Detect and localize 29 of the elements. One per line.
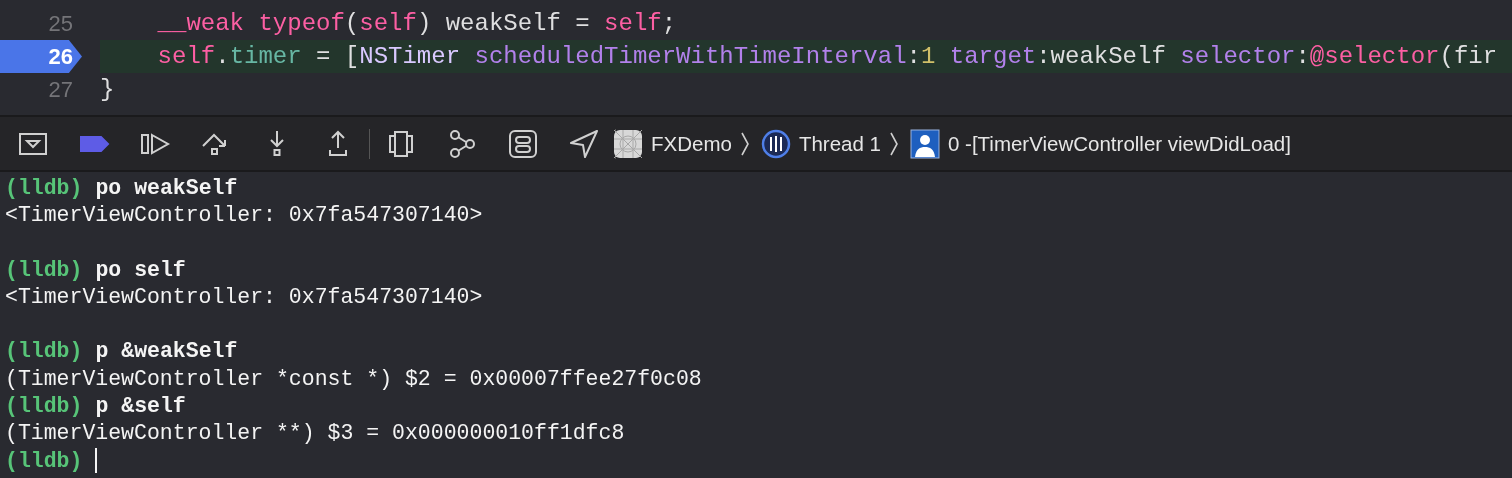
code-line: __weak typeof(self) weakSelf = self; [156, 10, 677, 37]
console-prompt: (lldb) [5, 257, 83, 282]
app-icon [613, 128, 643, 159]
code-line: self.timer = [NSTimer scheduledTimerWithTimeInterval:1 target:weakSelf selector:@selector(fir [156, 43, 1498, 70]
console-command: p &weakSelf [95, 339, 238, 364]
line-number: 27 [47, 76, 73, 103]
console-prompt: (lldb) [5, 394, 83, 418]
console-output: <TimerViewController: 0x7fa547307140> [5, 284, 483, 309]
line-number: 25 [47, 10, 73, 37]
toggles-icon[interactable] [507, 127, 539, 160]
console-command: po weakSelf [95, 175, 238, 200]
thread-icon [760, 128, 791, 159]
breadcrumb-item[interactable]: 0 -[TimerViewController viewDidLoad] [909, 128, 1291, 159]
console-output: (TimerViewController **) $3 = 0x000000010ff1dfc8 [5, 421, 625, 446]
breadcrumb-item[interactable]: Thread 1 [760, 128, 881, 159]
code-line: } [100, 76, 115, 103]
console-prompt: (lldb) [5, 339, 83, 364]
console-prompt: (lldb) [5, 448, 83, 473]
console-command: po self [95, 257, 186, 282]
location-arrow-icon[interactable] [568, 127, 600, 160]
console-command: p &self [95, 394, 186, 418]
console-output: <TimerViewController: 0x7fa547307140> [5, 202, 483, 227]
line-number-marker[interactable]: 26 [0, 40, 82, 73]
console-output: (TimerViewController *const *) $2 = 0x00007ffee27f0c08 [5, 366, 702, 391]
person-icon [909, 128, 940, 159]
console-prompt: (lldb) [5, 175, 83, 200]
breadcrumb-item[interactable]: FXDemo [613, 128, 732, 159]
chevron-icon [739, 130, 750, 157]
chevron-icon [888, 130, 899, 157]
